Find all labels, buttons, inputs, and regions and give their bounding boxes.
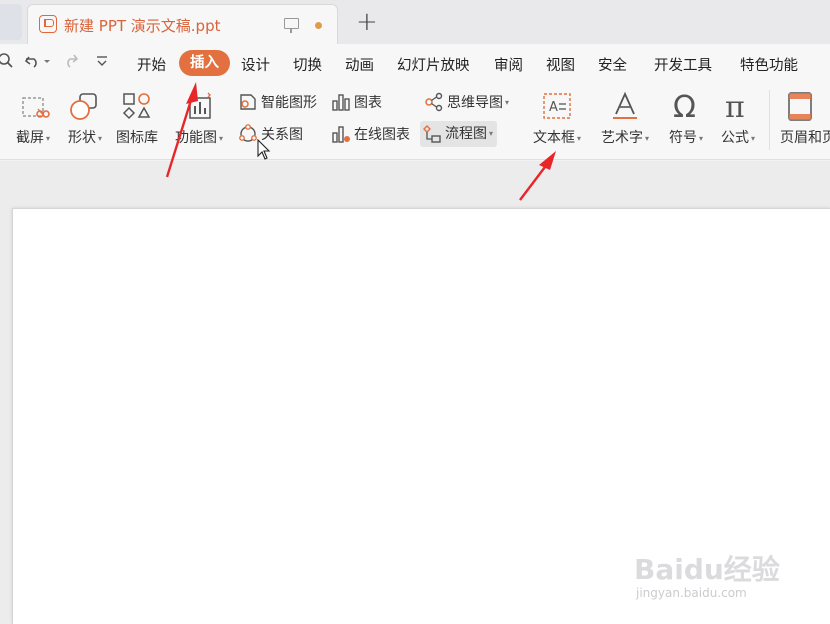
document-tab[interactable]: 新建 PPT 演示文稿.ppt — [27, 4, 338, 44]
svg-text:A: A — [549, 100, 558, 115]
mouse-cursor-icon — [257, 139, 271, 160]
caret-down-icon: ▾ — [45, 133, 50, 143]
caret-down-icon: ▾ — [576, 133, 581, 143]
screenshot-label: 截屏 — [15, 130, 44, 146]
text-box-button[interactable]: A 文本框 ▾ — [528, 82, 586, 156]
online-chart-label: 在线图表 — [354, 127, 410, 143]
menu-design[interactable]: 设计 — [241, 54, 270, 75]
online-chart-button[interactable]: 在线图表 — [331, 124, 410, 146]
monitor-icon[interactable] — [284, 18, 299, 33]
slide-workspace — [0, 161, 830, 624]
menu-insert[interactable]: 插入 — [179, 50, 230, 76]
menu-start[interactable]: 开始 — [137, 54, 166, 75]
menu-security[interactable]: 安全 — [598, 54, 627, 75]
screenshot-button[interactable]: 截屏 ▾ — [10, 82, 56, 156]
function-chart-label: 功能图 — [174, 130, 217, 146]
caret-down-icon: ▾ — [489, 129, 494, 138]
tab-bar: 新建 PPT 演示文稿.ppt + — [0, 0, 830, 44]
menu-transition[interactable]: 切换 — [293, 54, 322, 75]
bar-chart-icon — [332, 94, 350, 111]
caret-down-icon: ▾ — [97, 133, 102, 143]
header-footer-label: 页眉和页 — [780, 130, 830, 146]
flowchart-label: 流程图 — [445, 126, 487, 142]
word-art-icon — [613, 91, 637, 119]
chart-label: 图表 — [354, 95, 382, 111]
mind-map-label: 思维导图 — [447, 95, 503, 111]
icon-library-label: 图标库 — [116, 130, 158, 146]
insert-ribbon: 截屏 ▾ 形状 ▾ 图标库 功能图 ▾ 智能图形 关系图 图表 在线图表 思维导… — [0, 82, 830, 160]
smart-graphic-button[interactable]: 智能图形 — [238, 92, 317, 114]
previous-tab[interactable] — [0, 4, 22, 40]
smart-graphic-icon — [240, 94, 256, 110]
pi-icon: π — [725, 90, 745, 122]
icon-library-button[interactable]: 图标库 — [112, 82, 162, 156]
menu-animation[interactable]: 动画 — [345, 54, 374, 75]
smart-graphic-label: 智能图形 — [261, 95, 317, 111]
header-footer-icon — [788, 92, 812, 121]
menu-view[interactable]: 视图 — [546, 54, 575, 75]
symbol-button[interactable]: Ω 符号 ▾ — [662, 82, 710, 156]
document-tab-title: 新建 PPT 演示文稿.ppt — [64, 17, 221, 35]
caret-down-icon: ▾ — [698, 133, 703, 143]
menu-developer[interactable]: 开发工具 — [654, 54, 712, 75]
function-chart-icon — [189, 92, 211, 119]
symbol-label: 符号 — [668, 130, 697, 146]
ppt-file-icon — [39, 15, 57, 33]
zoom-icon[interactable] — [0, 52, 14, 74]
svg-text:Ω: Ω — [673, 90, 696, 122]
flowchart-button[interactable]: 流程图 ▾ — [420, 121, 498, 147]
function-chart-button[interactable]: 功能图 ▾ — [170, 82, 228, 156]
text-box-label: 文本框 — [532, 130, 575, 146]
header-footer-button[interactable]: 页眉和页 — [778, 82, 830, 156]
new-tab-button[interactable]: + — [356, 9, 378, 35]
formula-button[interactable]: π 公式 ▾ — [714, 82, 762, 156]
icon-library-icon — [122, 93, 151, 120]
mind-map-icon — [425, 92, 443, 112]
menu-slideshow[interactable]: 幻灯片放映 — [397, 54, 470, 75]
ribbon-divider — [769, 90, 770, 150]
shape-icon — [70, 93, 97, 120]
shape-label: 形状 — [67, 130, 96, 146]
caret-down-icon: ▾ — [644, 133, 649, 143]
screenshot-icon — [22, 97, 50, 118]
shape-button[interactable]: 形状 ▾ — [62, 82, 108, 156]
flowchart-icon — [423, 125, 441, 143]
menu-review[interactable]: 审阅 — [494, 54, 523, 75]
word-art-label: 艺术字 — [600, 130, 643, 146]
caret-down-icon: ▾ — [505, 97, 510, 107]
caret-down-icon: ▾ — [750, 133, 755, 143]
caret-down-icon: ▾ — [218, 133, 223, 143]
svg-text:π: π — [725, 90, 745, 122]
customize-icon[interactable] — [95, 52, 109, 74]
online-chart-icon — [332, 126, 350, 143]
menu-special[interactable]: 特色功能 — [740, 54, 798, 75]
word-art-button[interactable]: 艺术字 ▾ — [596, 82, 654, 156]
chart-button[interactable]: 图表 — [331, 92, 382, 114]
unsaved-indicator-dot — [315, 22, 322, 29]
omega-icon: Ω — [673, 90, 696, 122]
slide-canvas[interactable] — [12, 208, 830, 624]
text-box-icon: A — [543, 93, 571, 119]
formula-label: 公式 — [720, 130, 749, 146]
mind-map-button[interactable]: 思维导图 ▾ — [424, 92, 509, 114]
relation-chart-icon — [239, 124, 257, 142]
undo-icon[interactable] — [24, 52, 50, 74]
redo-icon[interactable] — [62, 52, 80, 74]
menu-bar: 开始 插入 设计 切换 动画 幻灯片放映 审阅 视图 安全 开发工具 特色功能 — [0, 44, 830, 82]
